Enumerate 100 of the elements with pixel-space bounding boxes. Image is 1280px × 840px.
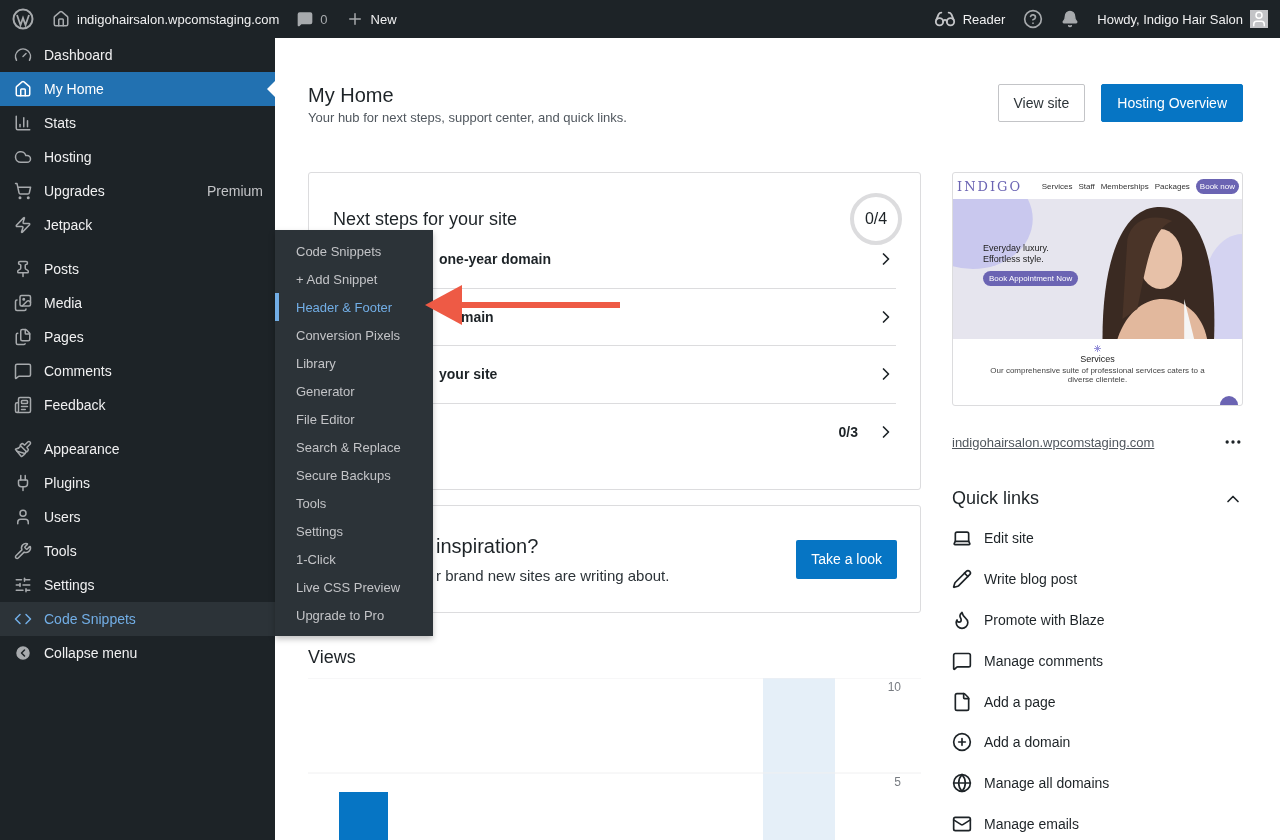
site-logo: INDIGO	[957, 178, 1024, 194]
quick-link[interactable]: Add a page	[952, 681, 1243, 722]
menu-icon	[14, 182, 32, 200]
section-title: Quick links	[952, 488, 1040, 509]
site-preview[interactable]: INDIGO Services Staff Memberships Packages Book now Everyday luxury. Effortless style. Book Appointment Now Services Our comprehensive suite of professional services caters to a diverse clientele.	[952, 172, 1243, 406]
sidebar-item[interactable]: My Home	[0, 72, 275, 106]
comment-icon	[297, 11, 314, 27]
notifications-icon[interactable]	[1061, 10, 1080, 28]
submenu-item[interactable]: Generator	[275, 377, 433, 405]
quick-link[interactable]: Add a domain	[952, 722, 1243, 763]
sidebar-item[interactable]: Tools	[0, 534, 275, 568]
sidebar-item[interactable]: Code Snippets	[0, 602, 275, 636]
menu-icon	[14, 260, 32, 278]
quick-link[interactable]: Manage comments	[952, 640, 1243, 682]
quick-link[interactable]: Manage all domains	[952, 762, 1243, 804]
sidebar-item[interactable]: Appearance	[0, 432, 275, 466]
plan-label: Premium	[207, 183, 263, 199]
task-count: 0/3	[838, 424, 858, 441]
sidebar-item[interactable]: Hosting	[0, 140, 275, 174]
task-title[interactable]: main	[461, 308, 876, 325]
nav-link: Staff	[1078, 181, 1095, 191]
submenu-item[interactable]: Search & Replace	[275, 433, 433, 461]
sidebar-item[interactable]: Pages	[0, 320, 275, 354]
view-site-button[interactable]: View site	[997, 84, 1086, 122]
section-title: Services	[1080, 354, 1115, 364]
sidebar-item[interactable]: Media	[0, 286, 275, 320]
menu-icon	[14, 294, 32, 312]
page-subtitle: Your hub for next steps, support center, and quick links.	[308, 110, 628, 125]
submenu-item[interactable]: Secure Backups	[275, 461, 433, 489]
bar	[339, 792, 388, 840]
link-icon	[952, 732, 972, 753]
account-link[interactable]: Howdy, Indigo Hair Salon	[1097, 11, 1243, 27]
sidebar-item[interactable]: Comments	[0, 354, 275, 388]
help-icon[interactable]	[1023, 9, 1044, 29]
chart-title: Views	[308, 647, 357, 668]
task-title[interactable]: one-year domain	[439, 251, 876, 268]
menu-icon	[14, 80, 32, 98]
axis-label: 5	[894, 775, 901, 789]
sidebar-item[interactable]: Upgrades Premium	[0, 174, 275, 208]
hosting-overview-button[interactable]: Hosting Overview	[1101, 84, 1243, 122]
menu-icon	[14, 148, 32, 166]
nav-link: Services	[1041, 181, 1073, 191]
sidebar-item[interactable]: Feedback	[0, 388, 275, 422]
sidebar-item[interactable]: Dashboard	[0, 38, 275, 72]
menu-icon	[14, 328, 32, 346]
menu-icon	[14, 440, 32, 458]
site-link[interactable]: indigohairsalon.wpcomstaging.com	[77, 11, 280, 27]
task-title[interactable]: your site	[439, 366, 876, 383]
sidebar-item[interactable]: Plugins	[0, 466, 275, 500]
axis-label: 10	[887, 680, 901, 694]
site-url-link[interactable]: indigohairsalon.wpcomstaging.com	[952, 434, 1155, 450]
quick-link[interactable]: Promote with Blaze	[952, 599, 1243, 641]
wordpress-logo-icon[interactable]	[12, 8, 34, 30]
nav-link: Memberships	[1100, 181, 1149, 191]
menu-icon	[14, 576, 32, 594]
home-icon	[52, 10, 70, 28]
submenu-item[interactable]: Code Snippets	[275, 237, 433, 265]
menu-icon	[14, 362, 32, 380]
progress-ring: 0/4	[850, 193, 902, 245]
sidebar-item[interactable]: Users	[0, 500, 275, 534]
menu-icon	[14, 396, 32, 414]
sidebar-item[interactable]: Posts	[0, 252, 275, 286]
hero-headline: Everyday luxury. Effortless style.	[983, 243, 1050, 265]
submenu-item[interactable]: File Editor	[275, 405, 433, 433]
page-title: My Home	[308, 84, 395, 107]
link-icon	[952, 691, 972, 712]
section-text: Our comprehensive suite of professional services caters to a diverse clientele.	[989, 366, 1206, 385]
quick-link[interactable]: Manage emails	[952, 803, 1243, 840]
menu-icon	[14, 216, 32, 234]
submenu-item[interactable]: + Add Snippet	[275, 265, 433, 293]
nav-link: Packages	[1154, 181, 1190, 191]
collapse-menu-button[interactable]: Collapse menu	[0, 636, 275, 670]
submenu-item[interactable]: Settings	[275, 517, 433, 545]
chat-icon	[1220, 395, 1238, 405]
menu-icon	[14, 46, 32, 64]
sidebar-item[interactable]: Jetpack	[0, 208, 275, 242]
submenu-item[interactable]: 1-Click	[275, 545, 433, 573]
submenu-item[interactable]: Tools	[275, 489, 433, 517]
comment-count[interactable]: 0	[320, 11, 328, 27]
link-icon	[952, 610, 972, 630]
submenu-item[interactable]: Live CSS Preview	[275, 573, 433, 601]
card-title: inspiration?	[436, 534, 540, 558]
submenu-item[interactable]: Upgrade to Pro	[275, 601, 433, 629]
menu-icon	[14, 508, 32, 526]
reader-link[interactable]: Reader	[962, 11, 1006, 27]
take-a-look-button[interactable]: Take a look	[796, 539, 897, 579]
collapse-icon	[14, 644, 32, 662]
sparkle-icon	[1094, 345, 1101, 352]
link-icon	[952, 569, 972, 590]
submenu-item[interactable]: Library	[275, 349, 433, 377]
quick-link[interactable]: Write blog post	[952, 558, 1243, 600]
sidebar-item[interactable]: Settings	[0, 568, 275, 602]
link-icon	[952, 650, 972, 671]
submenu-item[interactable]: Conversion Pixels	[275, 321, 433, 349]
menu-icon	[14, 542, 32, 560]
new-link[interactable]: New	[370, 11, 397, 27]
quick-link[interactable]: Edit site	[952, 518, 1243, 559]
menu-pointer-icon	[267, 81, 275, 97]
card-title: Next steps for your site	[333, 208, 518, 230]
sidebar-item[interactable]: Stats	[0, 106, 275, 140]
